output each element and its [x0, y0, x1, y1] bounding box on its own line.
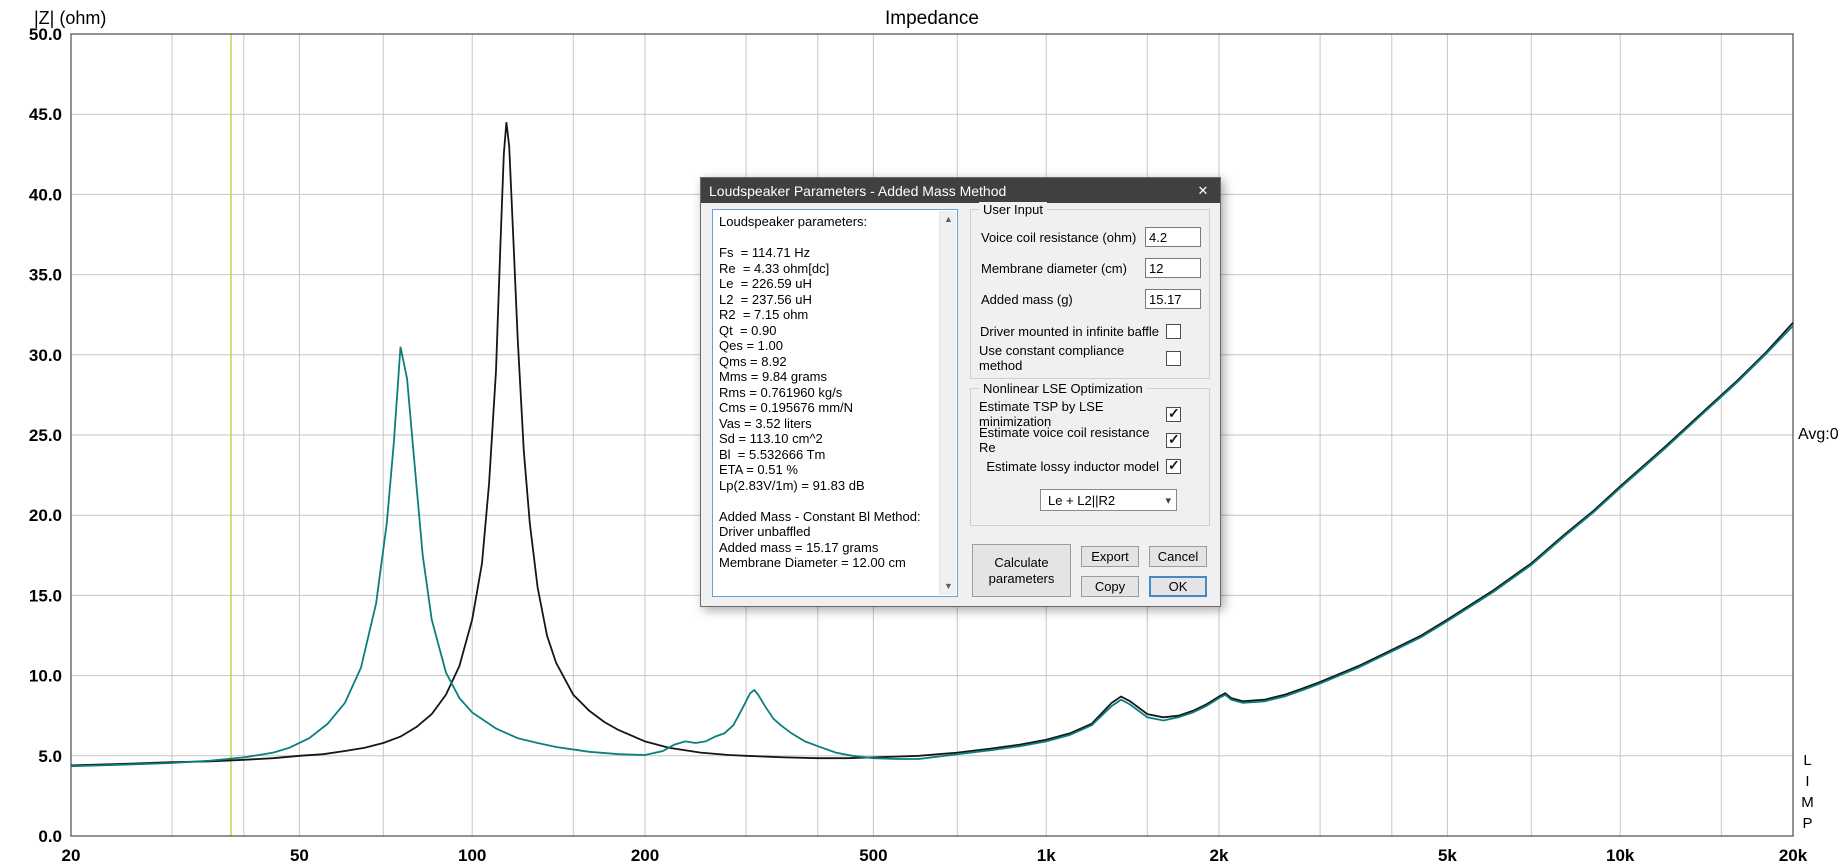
limp-vertical-label: LIMP: [1799, 752, 1816, 836]
y-tick-label: 20.0: [29, 506, 62, 525]
lossy-inductor-checkbox[interactable]: ✓: [1166, 456, 1181, 474]
field-row: Voice coil resistance (ohm): [981, 226, 1201, 248]
checkbox-row: Estimate lossy inductor model ✓: [979, 457, 1209, 475]
y-tick-label: 15.0: [29, 586, 62, 605]
x-tick-label: 50: [290, 846, 309, 865]
x-tick-label: 20: [62, 846, 81, 865]
y-tick-label: 0.0: [38, 827, 62, 846]
field-row: Membrane diameter (cm): [981, 257, 1201, 279]
constant-compliance-label: Use constant compliance method: [979, 343, 1125, 373]
calculate-parameters-button[interactable]: Calculate parameters: [972, 544, 1071, 597]
chart-title: Impedance: [884, 8, 979, 29]
ok-button[interactable]: OK: [1149, 576, 1207, 597]
infinite-baffle-label: Driver mounted in infinite baffle: [980, 323, 1159, 339]
chevron-down-icon: ▾: [1165, 494, 1171, 507]
scrollbar[interactable]: ▲ ▼: [939, 211, 956, 595]
estimate-tsp-checkbox[interactable]: ✓: [1166, 404, 1181, 422]
checkmark-icon: ✓: [1168, 430, 1180, 447]
avg-label: Avg:0: [1798, 426, 1839, 443]
lse-group-label: Nonlinear LSE Optimization: [979, 381, 1147, 396]
user-input-group: User Input Voice coil resistance (ohm) M…: [970, 202, 1210, 379]
membrane-diameter-label: Membrane diameter (cm): [981, 260, 1127, 276]
x-tick-label: 200: [631, 846, 659, 865]
added-mass-input[interactable]: [1145, 289, 1201, 309]
constant-compliance-checkbox[interactable]: ✓: [1166, 350, 1181, 366]
dialog-titlebar[interactable]: Loudspeaker Parameters - Added Mass Meth…: [701, 178, 1220, 203]
checkbox-row: Driver mounted in infinite baffle ✓: [979, 322, 1209, 340]
y-axis-label: |Z| (ohm): [34, 8, 107, 28]
lse-optimization-group: Nonlinear LSE Optimization Estimate TSP …: [970, 381, 1210, 526]
estimate-re-checkbox[interactable]: ✓: [1166, 430, 1181, 448]
loudspeaker-parameters-dialog: Loudspeaker Parameters - Added Mass Meth…: [700, 177, 1221, 607]
cancel-button[interactable]: Cancel: [1149, 546, 1207, 567]
x-tick-label: 20k: [1779, 846, 1808, 865]
copy-button[interactable]: Copy: [1081, 576, 1139, 597]
x-tick-label: 10k: [1606, 846, 1635, 865]
y-tick-label: 30.0: [29, 346, 62, 365]
parameters-text: Loudspeaker parameters: Fs = 114.71 Hz R…: [719, 214, 921, 570]
added-mass-label: Added mass (g): [981, 291, 1073, 307]
dropdown-value: Le + L2||R2: [1048, 492, 1116, 508]
checkbox-row: Use constant compliance method ✓: [979, 343, 1209, 373]
dialog-title: Loudspeaker Parameters - Added Mass Meth…: [709, 182, 1007, 199]
x-tick-label: 100: [458, 846, 486, 865]
y-tick-label: 25.0: [29, 426, 62, 445]
export-button[interactable]: Export: [1081, 546, 1139, 567]
lossy-inductor-label: Estimate lossy inductor model: [986, 458, 1159, 474]
close-icon[interactable]: ✕: [1186, 178, 1220, 203]
inductor-model-dropdown[interactable]: Le + L2||R2 ▾: [1040, 489, 1177, 511]
y-tick-label: 5.0: [38, 747, 62, 766]
x-tick-label: 2k: [1210, 846, 1229, 865]
scroll-down-icon[interactable]: ▼: [940, 578, 957, 595]
checkbox-row: Estimate voice coil resistance Re ✓: [979, 425, 1209, 455]
voice-coil-resistance-input[interactable]: [1145, 227, 1201, 247]
checkmark-icon: ✓: [1168, 404, 1180, 421]
x-tick-label: 5k: [1438, 846, 1457, 865]
voice-coil-resistance-label: Voice coil resistance (ohm): [981, 229, 1137, 245]
y-tick-label: 45.0: [29, 105, 62, 124]
checkmark-icon: ✓: [1168, 456, 1180, 473]
infinite-baffle-checkbox[interactable]: ✓: [1166, 323, 1181, 339]
membrane-diameter-input[interactable]: [1145, 258, 1201, 278]
x-tick-label: 500: [859, 846, 887, 865]
user-input-group-label: User Input: [979, 202, 1047, 217]
field-row: Added mass (g): [981, 288, 1201, 310]
parameters-listbox[interactable]: Loudspeaker parameters: Fs = 114.71 Hz R…: [712, 209, 958, 597]
y-tick-label: 40.0: [29, 185, 62, 204]
y-tick-label: 10.0: [29, 667, 62, 686]
x-tick-label: 1k: [1037, 846, 1056, 865]
y-tick-label: 35.0: [29, 266, 62, 285]
scroll-up-icon[interactable]: ▲: [940, 211, 957, 228]
estimate-re-label: Estimate voice coil resistance Re: [979, 425, 1150, 455]
checkbox-row: Estimate TSP by LSE minimization ✓: [979, 399, 1209, 429]
